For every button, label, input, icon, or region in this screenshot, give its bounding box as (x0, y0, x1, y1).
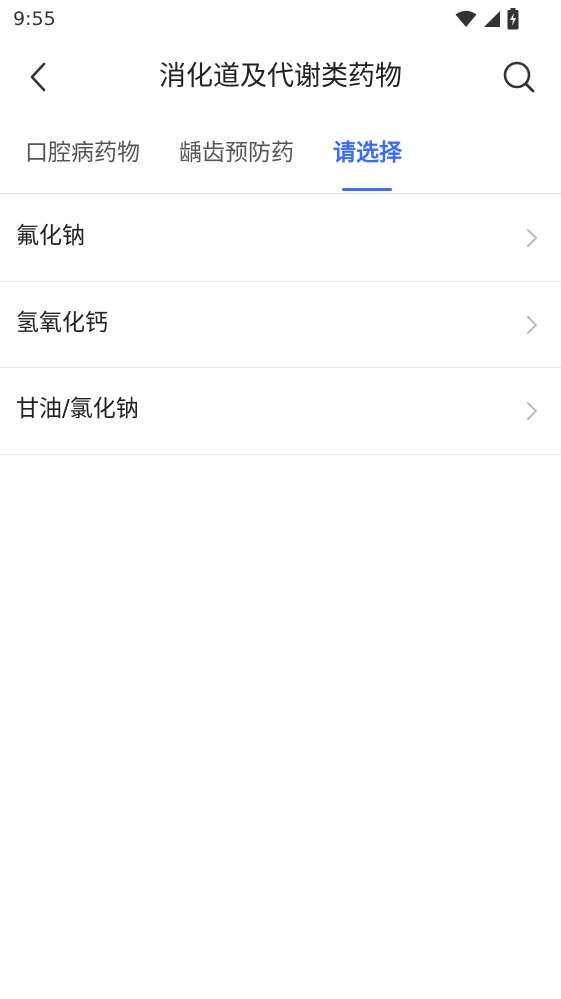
page-title: 消化道及代谢类药物 (159, 61, 402, 92)
list-item-label: 氢氧化钙 (16, 309, 108, 336)
chevron-right-icon (527, 315, 537, 334)
active-tab-indicator (342, 188, 392, 191)
search-icon (503, 61, 535, 93)
tab-please-select[interactable]: 请选择 (333, 138, 402, 168)
search-button[interactable] (499, 56, 539, 98)
tab-caries-prevention[interactable]: 龋齿预防药 (179, 138, 294, 168)
list-item-glycerin-sodium-chloride[interactable]: 甘油/氯化钠 (0, 368, 561, 455)
list-item-label: 氟化钠 (16, 223, 85, 249)
list-item-sodium-fluoride[interactable]: 氟化钠 (0, 195, 561, 282)
tab-oral-disease-drugs[interactable]: 口腔病药物 (25, 138, 140, 168)
status-bar: 9:55 (0, 0, 561, 40)
wifi-icon (455, 10, 477, 27)
back-button[interactable] (18, 56, 58, 98)
status-time: 9:55 (13, 8, 56, 30)
status-icons (455, 6, 519, 32)
app-header: 消化道及代谢类药物 (0, 44, 561, 110)
list-item-label: 甘油/氯化钠 (16, 396, 139, 422)
battery-charging-icon (507, 8, 519, 30)
drug-list: 氟化钠 氢氧化钙 甘油/氯化钠 (0, 195, 561, 455)
cellular-signal-icon (484, 11, 500, 27)
chevron-left-icon (30, 62, 46, 92)
list-item-calcium-hydroxide[interactable]: 氢氧化钙 (0, 282, 561, 368)
chevron-right-icon (527, 229, 537, 247)
chevron-right-icon (527, 402, 537, 420)
category-tabs: 口腔病药物 龋齿预防药 请选择 (0, 120, 561, 194)
